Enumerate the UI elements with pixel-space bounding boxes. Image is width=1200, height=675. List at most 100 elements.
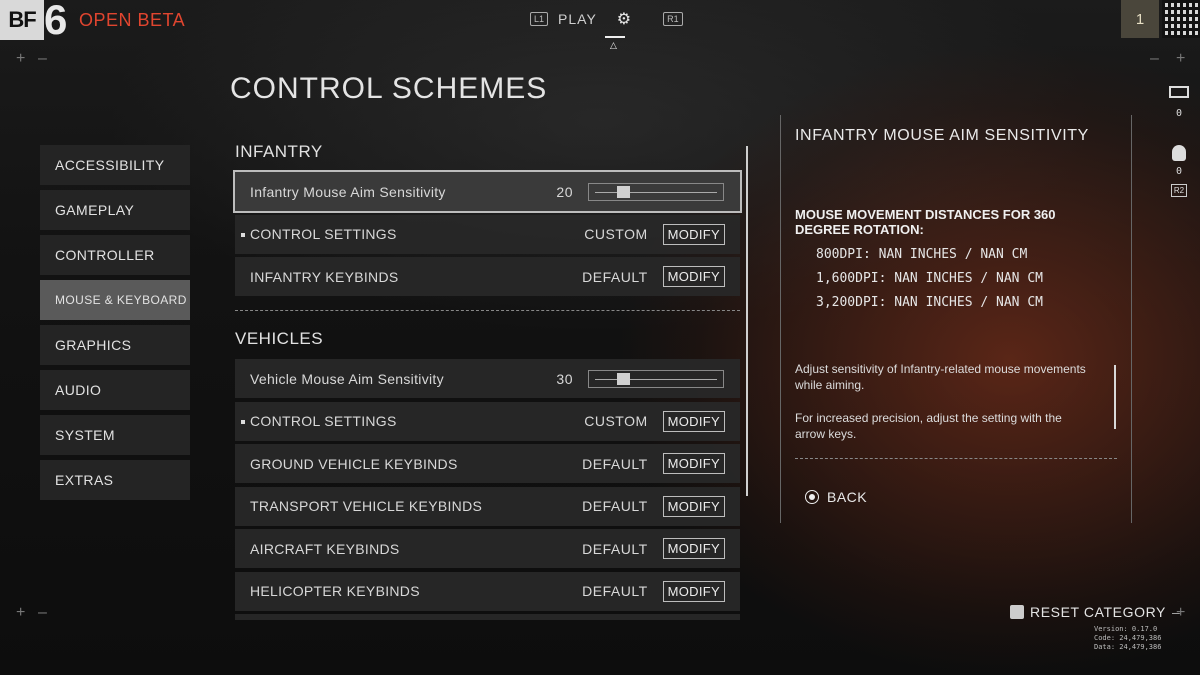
sidebar-item-accessibility[interactable]: ACCESSIBILITY bbox=[40, 145, 190, 185]
sidebar-item-controller[interactable]: CONTROLLER bbox=[40, 235, 190, 275]
modify-button[interactable]: MODIFY bbox=[662, 223, 725, 245]
vehicle-aim-slider[interactable] bbox=[588, 369, 724, 388]
corner-plus-icon: + bbox=[16, 50, 26, 67]
modify-button[interactable]: MODIFY bbox=[662, 538, 725, 559]
sidebar-item-mouse-keyboard[interactable]: MOUSE & KEYBOARD bbox=[40, 280, 190, 320]
section-title-infantry: INFANTRY bbox=[235, 142, 323, 161]
logo-text: BF bbox=[8, 7, 36, 32]
dpi-row-800: 800DPI: NAN INCHES / NAN CM bbox=[816, 247, 1028, 262]
dpi-row-3200: 3,200DPI: NAN INCHES / NAN CM bbox=[816, 295, 1043, 310]
reset-dash: – bbox=[1172, 604, 1181, 620]
reset-icon bbox=[1010, 605, 1024, 619]
infantry-control-settings-row[interactable]: CONTROL SETTINGS CUSTOM MODIFY bbox=[235, 214, 740, 254]
qr-code[interactable] bbox=[1162, 0, 1200, 38]
slider-thumb[interactable] bbox=[616, 185, 630, 198]
aircraft-keybinds-row[interactable]: AIRCRAFT KEYBINDS DEFAULT MODIFY bbox=[235, 529, 740, 568]
settings-sidebar: ACCESSIBILITY GAMEPLAY CONTROLLER MOUSE … bbox=[40, 145, 190, 505]
mail-icon[interactable] bbox=[1169, 86, 1189, 98]
corner-plus-icon: + bbox=[1176, 50, 1186, 67]
modify-button[interactable]: MODIFY bbox=[662, 410, 725, 432]
triangle-hint-icon: △ bbox=[610, 40, 617, 50]
setting-label: INFANTRY KEYBINDS bbox=[250, 268, 399, 285]
info-panel: INFANTRY MOUSE AIM SENSITIVITY MOUSE MOV… bbox=[780, 115, 1132, 523]
back-button[interactable]: BACK bbox=[805, 489, 867, 505]
mail-count: 0 bbox=[1175, 108, 1183, 119]
dpi-row-1600: 1,600DPI: NAN INCHES / NAN CM bbox=[816, 271, 1043, 286]
party-icon[interactable] bbox=[1172, 145, 1186, 161]
tab-play[interactable]: PLAY bbox=[558, 11, 597, 27]
setting-label: Vehicle Mouse Aim Sensitivity bbox=[250, 370, 444, 387]
setting-label: TRANSPORT VEHICLE KEYBINDS bbox=[250, 498, 483, 514]
list-scrollbar[interactable] bbox=[746, 146, 748, 496]
setting-label: CONTROL SETTINGS bbox=[250, 226, 397, 242]
sidebar-item-system[interactable]: SYSTEM bbox=[40, 415, 190, 455]
corner-minus-icon: – bbox=[1150, 50, 1159, 67]
top-navigation: L1 PLAY ⚙ R1 bbox=[530, 8, 683, 30]
infantry-aim-sensitivity-row[interactable]: Infantry Mouse Aim Sensitivity 20 bbox=[233, 170, 742, 213]
build-info: Version: 0.17.0 Code: 24,479,386 Data: 2… bbox=[1094, 625, 1161, 652]
section-title-vehicles: VEHICLES bbox=[235, 329, 324, 348]
info-divider bbox=[795, 458, 1117, 459]
setting-label: Infantry Mouse Aim Sensitivity bbox=[250, 183, 446, 200]
bullet-icon bbox=[241, 419, 245, 424]
modify-button[interactable]: MODIFY bbox=[662, 453, 725, 474]
setting-value: DEFAULT bbox=[582, 498, 648, 514]
infantry-aim-slider[interactable] bbox=[588, 182, 724, 201]
version-text: Version: 0.17.0 bbox=[1094, 625, 1158, 633]
corner-plus-icon: + bbox=[16, 604, 26, 621]
modify-button[interactable]: MODIFY bbox=[662, 266, 725, 287]
player-rank-badge[interactable]: 1 bbox=[1121, 0, 1159, 38]
info-title: INFANTRY MOUSE AIM SENSITIVITY bbox=[795, 127, 1089, 144]
slider-thumb[interactable] bbox=[616, 372, 630, 385]
sidebar-item-graphics[interactable]: GRAPHICS bbox=[40, 325, 190, 365]
setting-value: DEFAULT bbox=[582, 455, 648, 472]
setting-value: 30 bbox=[556, 370, 573, 387]
game-logo: BF bbox=[0, 0, 44, 40]
setting-label: AIRCRAFT KEYBINDS bbox=[250, 540, 400, 557]
reset-label: RESET CATEGORY bbox=[1030, 604, 1166, 620]
circle-button-icon bbox=[805, 490, 819, 504]
setting-value: CUSTOM bbox=[584, 413, 648, 429]
section-divider bbox=[235, 310, 740, 311]
settings-panel: INFANTRY Infantry Mouse Aim Sensitivity … bbox=[233, 140, 742, 624]
bullet-icon bbox=[241, 232, 245, 237]
vehicle-control-settings-row[interactable]: CONTROL SETTINGS CUSTOM MODIFY bbox=[235, 401, 740, 441]
transport-vehicle-keybinds-row[interactable]: TRANSPORT VEHICLE KEYBINDS DEFAULT MODIF… bbox=[235, 486, 740, 526]
page-title: CONTROL SCHEMES bbox=[230, 72, 548, 105]
sidebar-item-extras[interactable]: EXTRAS bbox=[40, 460, 190, 500]
vehicle-aim-sensitivity-row[interactable]: Vehicle Mouse Aim Sensitivity 30 bbox=[235, 359, 740, 398]
setting-label: CONTROL SETTINGS bbox=[250, 413, 397, 429]
setting-label: GROUND VEHICLE KEYBINDS bbox=[250, 455, 458, 472]
info-heading: MOUSE MOVEMENT DISTANCES FOR 360 DEGREE … bbox=[795, 207, 1056, 237]
gear-icon[interactable]: ⚙ bbox=[617, 9, 631, 29]
info-scrollbar[interactable] bbox=[1114, 365, 1116, 429]
list-row-partial bbox=[235, 614, 740, 620]
right-rail: 0 0 R2 bbox=[1164, 86, 1194, 198]
sidebar-item-gameplay[interactable]: GAMEPLAY bbox=[40, 190, 190, 230]
setting-value: DEFAULT bbox=[582, 583, 648, 599]
corner-minus-icon: – bbox=[38, 604, 47, 621]
ground-vehicle-keybinds-row[interactable]: GROUND VEHICLE KEYBINDS DEFAULT MODIFY bbox=[235, 444, 740, 483]
helicopter-keybinds-row[interactable]: HELICOPTER KEYBINDS DEFAULT MODIFY bbox=[235, 571, 740, 611]
sidebar-item-audio[interactable]: AUDIO bbox=[40, 370, 190, 410]
setting-label: HELICOPTER KEYBINDS bbox=[250, 583, 420, 599]
setting-value: DEFAULT bbox=[582, 540, 648, 557]
party-count: 0 bbox=[1175, 166, 1183, 177]
reset-category-button[interactable]: RESET CATEGORY – bbox=[1010, 604, 1180, 620]
setting-value: DEFAULT bbox=[582, 268, 648, 285]
setting-value: CUSTOM bbox=[584, 226, 648, 242]
open-beta-label: OPEN BETA bbox=[79, 10, 186, 30]
infantry-keybinds-row[interactable]: INFANTRY KEYBINDS DEFAULT MODIFY bbox=[235, 257, 740, 296]
info-description: For increased precision, adjust the sett… bbox=[795, 411, 1062, 441]
back-label: BACK bbox=[827, 489, 868, 505]
modify-button[interactable]: MODIFY bbox=[662, 495, 725, 517]
r2-hint-icon: R2 bbox=[1170, 184, 1188, 197]
top-bar: BF 6 OPEN BETA L1 PLAY ⚙ R1 △ 1 bbox=[0, 0, 1200, 50]
slider-track bbox=[595, 378, 717, 380]
info-description: Adjust sensitivity of Infantry-related m… bbox=[795, 362, 1086, 392]
logo-six: 6 bbox=[44, 0, 68, 43]
r1-hint-icon: R1 bbox=[663, 12, 683, 26]
modify-button[interactable]: MODIFY bbox=[662, 580, 725, 602]
active-tab-indicator bbox=[605, 36, 625, 38]
slider-track bbox=[595, 191, 717, 193]
